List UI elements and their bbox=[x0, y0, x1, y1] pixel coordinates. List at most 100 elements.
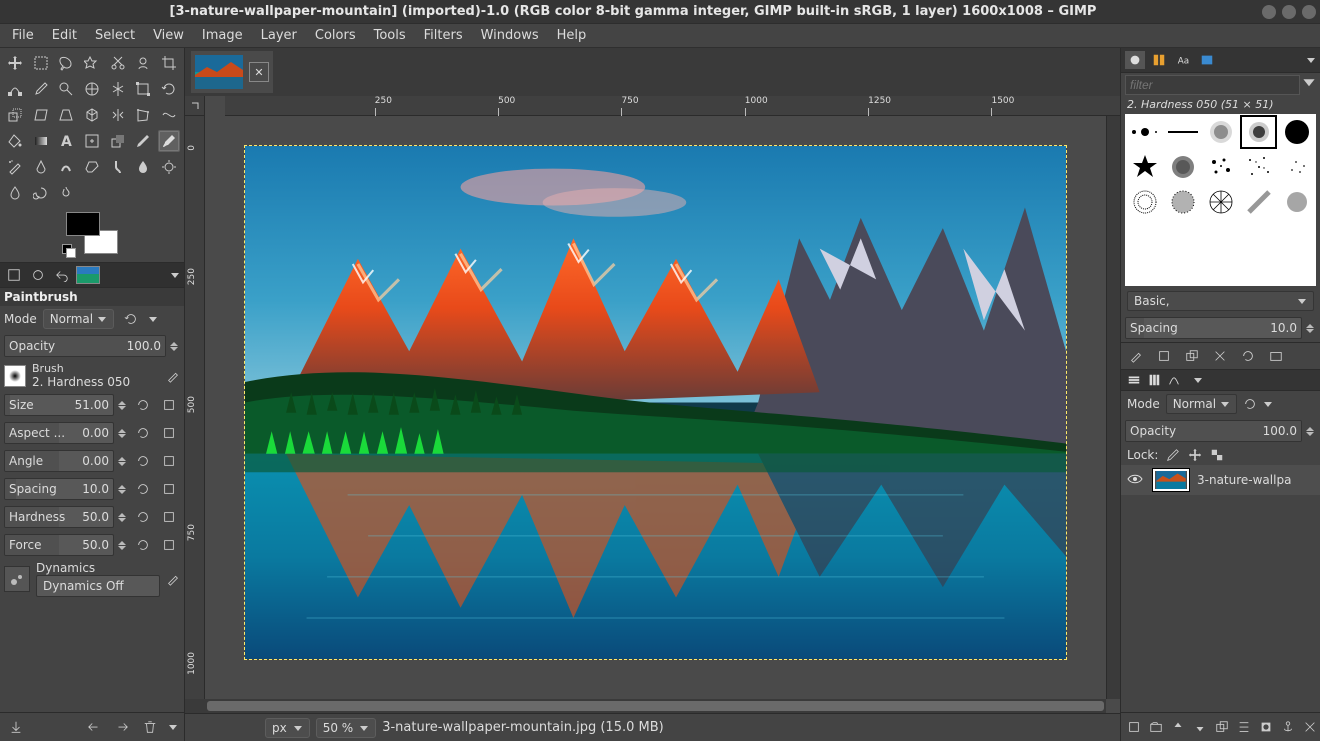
size-reset-icon[interactable] bbox=[132, 394, 154, 416]
tool-free-select[interactable] bbox=[55, 52, 77, 74]
brush-preset-select[interactable]: Basic, bbox=[1127, 291, 1314, 311]
brush-item[interactable] bbox=[1126, 185, 1163, 219]
mode-reset-icon[interactable] bbox=[120, 308, 142, 330]
tab-channels[interactable] bbox=[1147, 373, 1161, 387]
menu-colors[interactable]: Colors bbox=[307, 25, 364, 46]
tool-dodge[interactable] bbox=[158, 156, 180, 178]
brush-item[interactable] bbox=[1164, 115, 1201, 149]
horizontal-scrollbar[interactable] bbox=[205, 699, 1106, 713]
tool-smudge[interactable] bbox=[107, 156, 129, 178]
delete-brush-icon[interactable] bbox=[1211, 347, 1229, 365]
brush-item[interactable] bbox=[1240, 150, 1277, 184]
brush-preview[interactable] bbox=[4, 365, 26, 387]
close-button[interactable] bbox=[1302, 5, 1316, 19]
layer-name[interactable]: 3-nature-wallpa bbox=[1197, 473, 1291, 487]
tool-rect-select[interactable] bbox=[30, 52, 52, 74]
anchor-layer-icon[interactable] bbox=[1281, 717, 1295, 737]
layer-visibility-icon[interactable] bbox=[1127, 471, 1145, 489]
refresh-brush-icon[interactable] bbox=[1239, 347, 1257, 365]
opacity-slider[interactable]: Opacity100.0 bbox=[4, 334, 180, 358]
brush-item[interactable] bbox=[1278, 185, 1315, 219]
tool-shear[interactable] bbox=[30, 104, 52, 126]
angle-link-icon[interactable] bbox=[158, 450, 180, 472]
tool-crop[interactable] bbox=[158, 52, 180, 74]
menu-select[interactable]: Select bbox=[87, 25, 143, 46]
layer-opacity-slider[interactable]: Opacity100.0 bbox=[1125, 419, 1316, 443]
tool-paths[interactable] bbox=[4, 78, 26, 100]
brush-filter-input[interactable] bbox=[1125, 75, 1300, 95]
tool-align[interactable] bbox=[107, 78, 129, 100]
tool-clone[interactable] bbox=[107, 130, 129, 152]
layer-mode-switch-icon[interactable] bbox=[1263, 399, 1273, 409]
layer-mode-select[interactable]: Normal bbox=[1166, 394, 1237, 414]
ruler-vertical[interactable]: 0 250 500 750 1000 bbox=[185, 116, 205, 699]
merge-layer-icon[interactable] bbox=[1237, 717, 1251, 737]
brush-item[interactable] bbox=[1278, 150, 1315, 184]
hardness-slider[interactable]: Hardness50.0 bbox=[4, 505, 180, 529]
tab-history[interactable] bbox=[1197, 51, 1217, 69]
tool-zoom[interactable] bbox=[55, 78, 77, 100]
duplicate-layer-icon[interactable] bbox=[1215, 717, 1229, 737]
tool-text[interactable]: A bbox=[55, 130, 77, 152]
new-layer-icon[interactable] bbox=[1127, 717, 1141, 737]
brush-item[interactable] bbox=[1278, 115, 1315, 149]
mode-switch-icon[interactable] bbox=[148, 314, 158, 324]
duplicate-brush-icon[interactable] bbox=[1183, 347, 1201, 365]
tab-patterns[interactable] bbox=[1149, 51, 1169, 69]
aspect-slider[interactable]: Aspect ...0.00 bbox=[4, 421, 180, 445]
force-reset-icon[interactable] bbox=[132, 534, 154, 556]
ruler-horizontal[interactable]: 250 500 750 1000 1250 1500 bbox=[225, 96, 1106, 116]
tool-fuzzy-select[interactable] bbox=[81, 52, 103, 74]
image-display[interactable] bbox=[245, 146, 1066, 659]
brush-item[interactable] bbox=[1202, 115, 1239, 149]
mask-layer-icon[interactable] bbox=[1259, 717, 1273, 737]
foreground-color[interactable] bbox=[66, 212, 100, 236]
edit-brush-icon[interactable] bbox=[1127, 347, 1145, 365]
open-brush-icon[interactable] bbox=[1267, 347, 1285, 365]
tool-scale[interactable] bbox=[4, 104, 26, 126]
tool-3d[interactable] bbox=[81, 104, 103, 126]
brush-item[interactable] bbox=[1126, 115, 1163, 149]
hardness-link-icon[interactable] bbox=[158, 506, 180, 528]
tool-pencil[interactable] bbox=[133, 130, 155, 152]
canvas[interactable] bbox=[205, 116, 1106, 699]
brush-edit-icon[interactable] bbox=[166, 369, 180, 383]
spacing-slider[interactable]: Spacing10.0 bbox=[4, 477, 180, 501]
tab-layers[interactable] bbox=[1127, 373, 1141, 387]
brush-grid[interactable] bbox=[1125, 114, 1316, 286]
zoom-select[interactable]: 50 % bbox=[316, 718, 377, 738]
tool-perspective[interactable] bbox=[55, 104, 77, 126]
lower-layer-icon[interactable] bbox=[1193, 717, 1207, 737]
tool-blur[interactable] bbox=[133, 156, 155, 178]
force-slider[interactable]: Force50.0 bbox=[4, 533, 180, 557]
menu-file[interactable]: File bbox=[4, 25, 42, 46]
redo-icon[interactable] bbox=[112, 717, 132, 737]
save-preset-icon[interactable] bbox=[6, 717, 26, 737]
tool-color-picker[interactable] bbox=[30, 78, 52, 100]
lock-alpha-icon[interactable] bbox=[1210, 448, 1224, 462]
tool-burn[interactable] bbox=[55, 182, 77, 204]
tool-move[interactable] bbox=[4, 52, 26, 74]
spacing-reset-icon[interactable] bbox=[132, 478, 154, 500]
tool-foreground-select[interactable] bbox=[133, 52, 155, 74]
maximize-button[interactable] bbox=[1282, 5, 1296, 19]
layer-mode-reset-icon[interactable] bbox=[1243, 397, 1257, 411]
unit-select[interactable]: px bbox=[265, 718, 310, 738]
hardness-reset-icon[interactable] bbox=[132, 506, 154, 528]
menu-image[interactable]: Image bbox=[194, 25, 251, 46]
tool-flip[interactable] bbox=[107, 104, 129, 126]
tool-measure[interactable] bbox=[81, 78, 103, 100]
mode-select[interactable]: Normal bbox=[43, 309, 114, 329]
undo-icon[interactable] bbox=[84, 717, 104, 737]
tab-images[interactable] bbox=[76, 266, 100, 284]
brush-item[interactable] bbox=[1202, 150, 1239, 184]
raise-layer-icon[interactable] bbox=[1171, 717, 1185, 737]
menu-layer[interactable]: Layer bbox=[253, 25, 305, 46]
angle-reset-icon[interactable] bbox=[132, 450, 154, 472]
tab-fonts[interactable]: Aa bbox=[1173, 51, 1193, 69]
brush-item-selected[interactable] bbox=[1240, 115, 1277, 149]
tab-undo[interactable] bbox=[52, 266, 72, 284]
layers-dock-menu-icon[interactable] bbox=[1193, 375, 1203, 385]
tool-cage[interactable] bbox=[133, 104, 155, 126]
tool-ink[interactable] bbox=[30, 156, 52, 178]
